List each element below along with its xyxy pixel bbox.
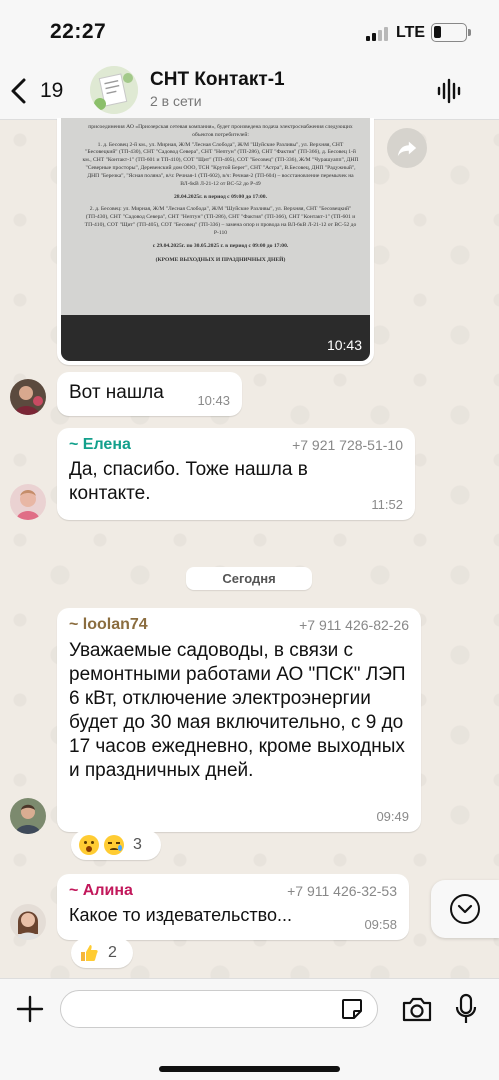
reaction-count: 3 bbox=[133, 836, 142, 853]
avatar-image bbox=[10, 379, 46, 415]
battery-icon bbox=[431, 23, 467, 42]
forward-arrow-icon bbox=[397, 141, 417, 157]
photo-dark-area bbox=[61, 315, 370, 361]
message-bubble[interactable]: ~ Алина +7 911 426-32-53 Какое то издева… bbox=[57, 874, 409, 940]
camera-button[interactable] bbox=[401, 995, 433, 1023]
doc-line: (КРОМЕ ВЫХОДНЫХ И ПРАЗДНИЧНЫХ ДНЕЙ) bbox=[155, 257, 286, 264]
voice-chat-button[interactable] bbox=[434, 75, 466, 107]
surprised-face-icon bbox=[79, 835, 99, 855]
audio-waveform-icon bbox=[437, 78, 461, 104]
message-bubble[interactable]: ~ Елена +7 921 728-51-10 Да, спасибо. То… bbox=[57, 428, 415, 520]
message-text: Да, спасибо. Тоже нашла в контакте. bbox=[69, 459, 308, 504]
message-text: Уважаемые садоводы, в связи с ремонтными… bbox=[69, 640, 406, 781]
back-button[interactable]: 19 bbox=[8, 72, 74, 110]
sender-phone[interactable]: +7 921 728-51-10 bbox=[292, 437, 403, 453]
message-time: 09:49 bbox=[376, 809, 409, 824]
thumbs-up-icon bbox=[79, 943, 99, 963]
document-photo-text: присоединения АО «Приозерская сетевая ко… bbox=[65, 118, 370, 314]
message-bubble[interactable]: Вот нашла 10:43 bbox=[57, 372, 242, 416]
message-time: 10:43 bbox=[197, 393, 230, 408]
signal-strength-icon bbox=[366, 25, 390, 41]
sticker-icon bbox=[342, 999, 362, 1019]
doc-line: 2. д. Бесовец: ул. Мирная, Ж/М "Лесная С… bbox=[84, 206, 357, 236]
attach-button[interactable] bbox=[14, 993, 46, 1025]
message-time: 09:58 bbox=[364, 917, 397, 932]
microphone-button[interactable] bbox=[455, 993, 477, 1025]
avatar-image bbox=[10, 798, 46, 834]
online-status: 2 в сети bbox=[150, 93, 202, 109]
doc-line: 1. д. Бесовец 2-й км., ул. Мирная, Ж/М "… bbox=[82, 141, 359, 187]
chat-header: 19 СНТ Контакт-1 2 в сети bbox=[0, 62, 499, 120]
image-message[interactable]: присоединения АО «Приозерская сетевая ко… bbox=[57, 118, 374, 365]
microphone-icon bbox=[455, 993, 477, 1023]
avatar[interactable] bbox=[10, 798, 46, 834]
plus-icon bbox=[16, 995, 44, 1023]
message-bubble[interactable]: ~ loolan74 +7 911 426-82-26 Уважаемые са… bbox=[57, 608, 421, 832]
message-text: Какое то издевательство... bbox=[69, 905, 293, 925]
battery-tip bbox=[468, 29, 471, 36]
group-avatar[interactable] bbox=[90, 66, 138, 114]
doc-line: 28.04.2025г. в период с 09:00 до 17:00. bbox=[173, 194, 267, 201]
home-indicator bbox=[159, 1066, 340, 1072]
chevron-left-icon bbox=[11, 78, 26, 104]
scroll-to-bottom-button[interactable] bbox=[431, 880, 499, 938]
camera-icon bbox=[402, 997, 432, 1022]
doc-line: с 29.04.2025г. по 30.05.2025 г. в период… bbox=[152, 243, 289, 250]
message-time: 10:43 bbox=[326, 337, 362, 353]
unread-count: 19 bbox=[40, 79, 64, 102]
avatar-image bbox=[10, 904, 46, 940]
crying-face-icon bbox=[104, 835, 124, 855]
chat-title[interactable]: СНТ Контакт-1 bbox=[150, 69, 285, 91]
message-input[interactable] bbox=[60, 990, 378, 1028]
message-time: 11:52 bbox=[371, 497, 403, 512]
status-time: 22:27 bbox=[50, 20, 107, 43]
sender-phone[interactable]: +7 911 426-82-26 bbox=[299, 617, 409, 633]
doc-line: присоединения АО «Приозерская сетевая ко… bbox=[88, 124, 353, 138]
message-reactions[interactable]: 2 bbox=[71, 938, 133, 968]
date-separator: Сегодня bbox=[186, 567, 312, 590]
group-avatar-image bbox=[90, 66, 138, 114]
status-bar: 22:27 LTE bbox=[0, 0, 499, 62]
sticker-button[interactable] bbox=[340, 997, 364, 1021]
chevron-down-circle-icon bbox=[450, 894, 480, 924]
message-photo[interactable]: присоединения АО «Приозерская сетевая ко… bbox=[61, 118, 370, 361]
message-reactions[interactable]: 3 bbox=[71, 830, 161, 860]
avatar-image bbox=[10, 484, 46, 520]
avatar[interactable] bbox=[10, 379, 46, 415]
battery-level bbox=[434, 26, 441, 38]
reaction-count: 2 bbox=[108, 944, 117, 961]
avatar[interactable] bbox=[10, 484, 46, 520]
forward-button[interactable] bbox=[387, 128, 427, 168]
sender-phone[interactable]: +7 911 426-32-53 bbox=[287, 883, 397, 899]
message-composer bbox=[0, 978, 499, 1080]
avatar[interactable] bbox=[10, 904, 46, 940]
network-type: LTE bbox=[396, 24, 426, 41]
